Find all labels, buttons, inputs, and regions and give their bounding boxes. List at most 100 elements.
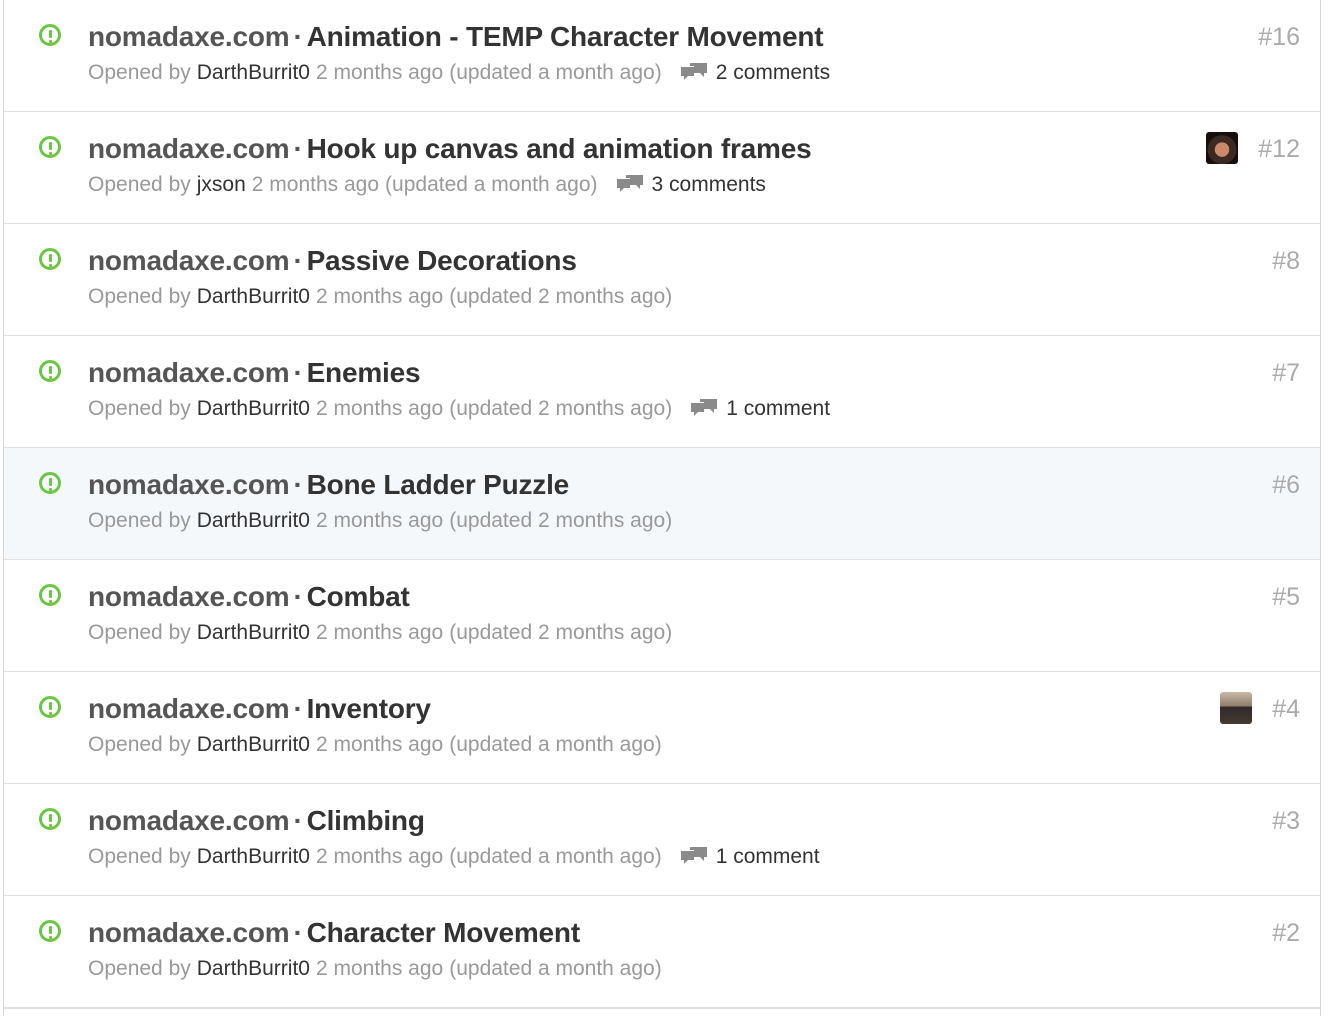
issue-title-link[interactable]: Inventory (307, 693, 431, 724)
comments-link[interactable]: 1 comment (690, 394, 830, 424)
issue-row[interactable]: nomadaxe.com · Inventory Opened by DarthBu… (4, 672, 1320, 784)
updated-time: (updated 2 months ago) (449, 621, 673, 644)
issue-meta: Opened by DarthBurrit0 2 months ago (upd… (88, 618, 672, 648)
author-link[interactable]: DarthBurrit0 (197, 842, 310, 872)
separator: · (293, 917, 303, 948)
separator: · (293, 693, 303, 724)
author-link[interactable]: DarthBurrit0 (197, 282, 310, 312)
repo-link[interactable]: nomadaxe.com (88, 21, 290, 52)
separator: · (293, 357, 303, 388)
comment-discussion-icon (616, 175, 643, 192)
separator: · (293, 21, 303, 52)
comments-link[interactable]: 2 comments (680, 58, 830, 88)
issue-opened-icon (39, 248, 61, 270)
opened-time: 2 months ago (251, 173, 380, 196)
author-link[interactable]: DarthBurrit0 (197, 58, 310, 88)
repo-link[interactable]: nomadaxe.com (88, 133, 290, 164)
issue-row[interactable]: nomadaxe.com · Combat Opened by DarthBurri… (4, 560, 1320, 672)
issue-list: nomadaxe.com · Animation - TEMP Character … (3, 0, 1321, 1016)
updated-time: (updated 2 months ago) (449, 285, 673, 308)
issue-opened-icon (39, 696, 61, 718)
issue-title-link[interactable]: Enemies (307, 357, 421, 388)
issue-title-link[interactable]: Bone Ladder Puzzle (307, 469, 570, 500)
author-link[interactable]: DarthBurrit0 (197, 730, 310, 760)
updated-time: (updated a month ago) (449, 957, 662, 980)
repo-link[interactable]: nomadaxe.com (88, 357, 290, 388)
issue-title-line: nomadaxe.com · Combat (88, 579, 410, 615)
opened-time: 2 months ago (315, 397, 444, 420)
issue-title-line: nomadaxe.com · Passive Decorations (88, 243, 577, 279)
author-link[interactable]: DarthBurrit0 (197, 954, 310, 984)
issue-meta: Opened by DarthBurrit0 2 months ago (upd… (88, 954, 662, 984)
issue-title-link[interactable]: Combat (307, 581, 410, 612)
updated-time: (updated 2 months ago) (449, 397, 673, 420)
issue-title-line: nomadaxe.com · Animation - TEMP Character … (88, 19, 824, 55)
issue-number[interactable]: #16 (1258, 20, 1300, 54)
issue-title-link[interactable]: Animation - TEMP Character Movement (307, 21, 824, 52)
issue-row[interactable]: nomadaxe.com · Passive Decorations Opened … (4, 224, 1320, 336)
separator: · (293, 805, 303, 836)
separator: · (293, 133, 303, 164)
issue-title-link[interactable]: Hook up canvas and animation frames (307, 133, 812, 164)
issue-meta: Opened by DarthBurrit0 2 months ago (upd… (88, 842, 820, 872)
issue-row[interactable]: nomadaxe.com · Bone Ladder Puzzle Opened b… (4, 448, 1320, 560)
issue-opened-icon (39, 472, 61, 494)
issue-title-line: nomadaxe.com · Enemies (88, 355, 421, 391)
issue-title-line: nomadaxe.com · Climbing (88, 803, 425, 839)
repo-link[interactable]: nomadaxe.com (88, 469, 290, 500)
author-link[interactable]: DarthBurrit0 (197, 618, 310, 648)
issue-number[interactable]: #4 (1272, 692, 1300, 726)
issue-opened-icon (39, 24, 61, 46)
issue-opened-icon (39, 360, 61, 382)
issue-title-link[interactable]: Climbing (307, 805, 425, 836)
issue-title-line: nomadaxe.com · Bone Ladder Puzzle (88, 467, 569, 503)
issue-meta: Opened by DarthBurrit0 2 months ago (upd… (88, 730, 662, 760)
issue-meta: Opened by DarthBurrit0 2 months ago (upd… (88, 506, 672, 536)
opened-time: 2 months ago (315, 957, 444, 980)
repo-link[interactable]: nomadaxe.com (88, 917, 290, 948)
issue-number[interactable]: #8 (1272, 244, 1300, 278)
issue-title-line: nomadaxe.com · Character Movement (88, 915, 580, 951)
updated-time: (updated a month ago) (385, 173, 598, 196)
opened-label: Opened by (88, 509, 191, 532)
repo-link[interactable]: nomadaxe.com (88, 693, 290, 724)
issue-meta: Opened by DarthBurrit0 2 months ago (upd… (88, 58, 830, 88)
issue-number[interactable]: #5 (1272, 580, 1300, 614)
assignee-avatar[interactable] (1206, 132, 1238, 164)
opened-label: Opened by (88, 957, 191, 980)
issue-number[interactable]: #3 (1272, 804, 1300, 838)
repo-link[interactable]: nomadaxe.com (88, 245, 290, 276)
issue-number[interactable]: #12 (1258, 132, 1300, 166)
opened-time: 2 months ago (315, 845, 444, 868)
assignee-avatar[interactable] (1220, 692, 1252, 724)
opened-label: Opened by (88, 621, 191, 644)
separator: · (293, 245, 303, 276)
issue-row[interactable]: nomadaxe.com · Character Movement Opened b… (4, 896, 1320, 1009)
repo-link[interactable]: nomadaxe.com (88, 581, 290, 612)
updated-time: (updated a month ago) (449, 733, 662, 756)
opened-label: Opened by (88, 733, 191, 756)
issue-title-link[interactable]: Passive Decorations (307, 245, 577, 276)
issue-row[interactable]: nomadaxe.com · Animation - TEMP Character … (4, 0, 1320, 112)
author-link[interactable]: jxson (197, 170, 246, 200)
issue-number[interactable]: #7 (1272, 356, 1300, 390)
author-link[interactable]: DarthBurrit0 (197, 394, 310, 424)
repo-link[interactable]: nomadaxe.com (88, 805, 290, 836)
issue-row[interactable]: nomadaxe.com · Enemies Opened by DarthBurr… (4, 336, 1320, 448)
author-link[interactable]: DarthBurrit0 (197, 506, 310, 536)
updated-time: (updated a month ago) (449, 61, 662, 84)
issue-opened-icon (39, 808, 61, 830)
issue-title-link[interactable]: Character Movement (307, 917, 581, 948)
issue-title-line: nomadaxe.com · Inventory (88, 691, 431, 727)
comments-link[interactable]: 3 comments (616, 170, 766, 200)
comments-link[interactable]: 1 comment (680, 842, 820, 872)
issue-number[interactable]: #2 (1272, 916, 1300, 950)
issue-number[interactable]: #6 (1272, 468, 1300, 502)
updated-time: (updated a month ago) (449, 845, 662, 868)
separator: · (293, 469, 303, 500)
issue-row[interactable]: nomadaxe.com · Hook up canvas and animatio… (4, 112, 1320, 224)
issue-title-line: nomadaxe.com · Hook up canvas and animatio… (88, 131, 812, 167)
issue-row[interactable]: nomadaxe.com · Climbing Opened by DarthBur… (4, 784, 1320, 896)
comment-discussion-icon (680, 847, 707, 864)
opened-label: Opened by (88, 61, 191, 84)
